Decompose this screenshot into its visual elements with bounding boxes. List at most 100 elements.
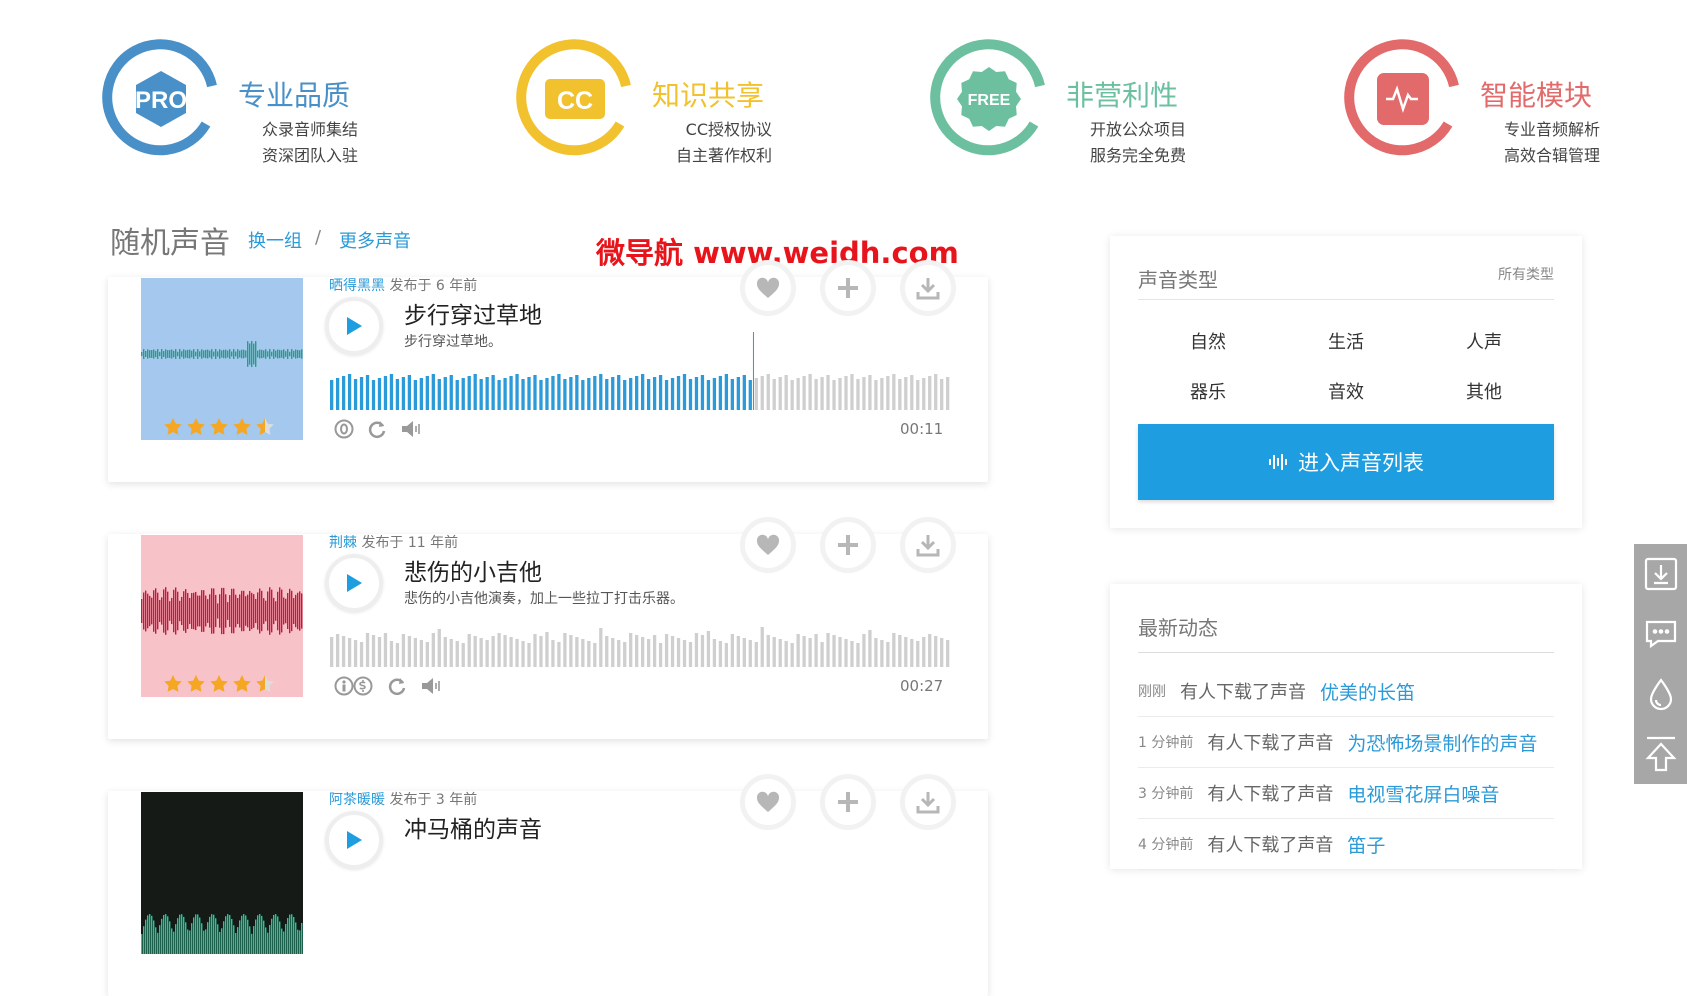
wave-bar (736, 636, 740, 667)
sound-types-title: 声音类型 (1138, 268, 1218, 292)
add-button[interactable] (820, 260, 876, 316)
loop-icon[interactable] (386, 676, 408, 696)
sound-title[interactable]: 冲马桶的声音 (404, 810, 542, 844)
thumbnail-wave-bar (289, 351, 291, 357)
wave-bar (617, 640, 621, 667)
news-item: 刚刚 有人下载了声音 优美的长笛 (1138, 666, 1554, 717)
download-button[interactable] (900, 517, 956, 573)
star-icon (256, 675, 274, 692)
progress-waveform[interactable] (330, 332, 952, 410)
wave-bar (796, 634, 800, 667)
add-button[interactable] (820, 774, 876, 830)
thumbnail-wave-bar (299, 350, 301, 358)
thumbnail-wave-bar (239, 920, 241, 954)
play-button[interactable] (325, 554, 383, 612)
refresh-link[interactable]: 换一组 (248, 227, 302, 253)
thumbnail-wave-bar (223, 349, 225, 359)
download-icon (916, 278, 940, 300)
uploader-link[interactable]: 阿茶暖暖 (329, 792, 385, 808)
sound-meta: 阿茶暖暖 发布于 3 年前 (329, 789, 477, 809)
wave-bar (916, 641, 920, 667)
volume-icon[interactable] (400, 419, 422, 439)
volume-icon[interactable] (420, 676, 442, 696)
wave-bar (664, 380, 669, 410)
add-button[interactable] (820, 517, 876, 573)
star-icon (210, 675, 228, 692)
thumbnail-wave-bar (165, 349, 167, 359)
like-button[interactable] (740, 517, 796, 573)
sound-meta: 荆棘 发布于 11 年前 (329, 532, 458, 552)
back-to-top-icon[interactable] (1634, 724, 1687, 784)
thumbnail-wave-bar (237, 349, 239, 359)
sound-thumbnail[interactable] (141, 535, 303, 697)
category-item[interactable]: 人声 (1444, 328, 1524, 354)
all-types-link[interactable]: 所有类型 (1498, 264, 1554, 284)
category-item[interactable]: 自然 (1168, 328, 1248, 354)
category-item[interactable]: 生活 (1306, 328, 1386, 354)
thumbnail-wave-bar (245, 350, 247, 358)
drop-icon[interactable] (1634, 664, 1687, 724)
cc-icon: CC (516, 39, 631, 156)
thumbnail-wave-bar (275, 350, 277, 358)
wave-bar (850, 641, 854, 667)
thumbnail-wave-bar (233, 349, 235, 359)
thumbnail-wave-bar (211, 914, 213, 954)
sound-title[interactable]: 悲伤的小吉他 (404, 553, 542, 587)
category-item[interactable]: 器乐 (1168, 378, 1248, 404)
like-button[interactable] (740, 260, 796, 316)
thumbnail-wave-bar (171, 349, 173, 359)
news-sound-link[interactable]: 笛子 (1347, 831, 1385, 858)
category-item[interactable]: 音效 (1306, 378, 1386, 404)
wave-bar (814, 379, 818, 410)
star-icon (164, 675, 182, 692)
thumbnail-wave-bar (281, 589, 283, 633)
thumbnail-wave-bar (283, 349, 285, 359)
thumbnail-wave-bar (149, 914, 151, 954)
wave-bar (934, 636, 938, 667)
wave-bar (437, 379, 441, 410)
wave-bar (335, 634, 340, 667)
sound-title[interactable]: 步行穿过草地 (404, 296, 542, 330)
play-button[interactable] (325, 811, 383, 869)
wave-bar (551, 640, 555, 667)
like-button[interactable] (740, 774, 796, 830)
news-sound-link[interactable]: 为恐怖场景制作的声音 (1347, 729, 1537, 756)
more-sounds-link[interactable]: 更多声音 (339, 227, 411, 253)
uploader-link[interactable]: 荆棘 (329, 535, 357, 551)
playhead (752, 332, 754, 410)
wave-bar (605, 379, 609, 410)
loop-icon[interactable] (366, 419, 388, 439)
news-sound-link[interactable]: 优美的长笛 (1320, 678, 1415, 705)
wave-bar (760, 627, 764, 667)
play-button[interactable] (325, 297, 383, 355)
wave-bar (928, 634, 932, 667)
sound-thumbnail[interactable] (141, 278, 303, 440)
news-sound-link[interactable]: 电视雪花屏白噪音 (1347, 780, 1499, 807)
wave-bar (330, 637, 334, 667)
feature-title: 知识共享 (652, 79, 765, 112)
thumbnail-wave-bar (249, 926, 251, 954)
category-item[interactable]: 其他 (1444, 378, 1524, 404)
progress-waveform[interactable] (330, 621, 952, 667)
download-button[interactable] (900, 260, 956, 316)
thumbnail-wave-bar (267, 351, 269, 357)
wave-bar (467, 634, 471, 667)
wave-bar (449, 639, 453, 667)
enter-sound-list-button[interactable]: 进入声音列表 (1138, 424, 1554, 500)
uploader-link[interactable]: 晒得黑黑 (329, 278, 385, 294)
wave-bar (844, 639, 848, 667)
chat-icon[interactable] (1634, 604, 1687, 664)
download-icon[interactable] (1634, 544, 1687, 604)
cc-zero-icon[interactable] (334, 419, 354, 439)
wave-bar (353, 379, 358, 410)
cc-by-nc-icon[interactable] (334, 676, 374, 696)
star-icon (233, 418, 251, 435)
wave-bar (892, 374, 896, 410)
wave-bar (599, 628, 603, 667)
thumbnail-waveform (141, 587, 303, 635)
wave-bar (545, 378, 549, 410)
sound-thumbnail[interactable] (141, 792, 303, 954)
download-button[interactable] (900, 774, 956, 830)
thumbnail-wave-bar (185, 350, 187, 358)
wave-bar (772, 379, 776, 410)
